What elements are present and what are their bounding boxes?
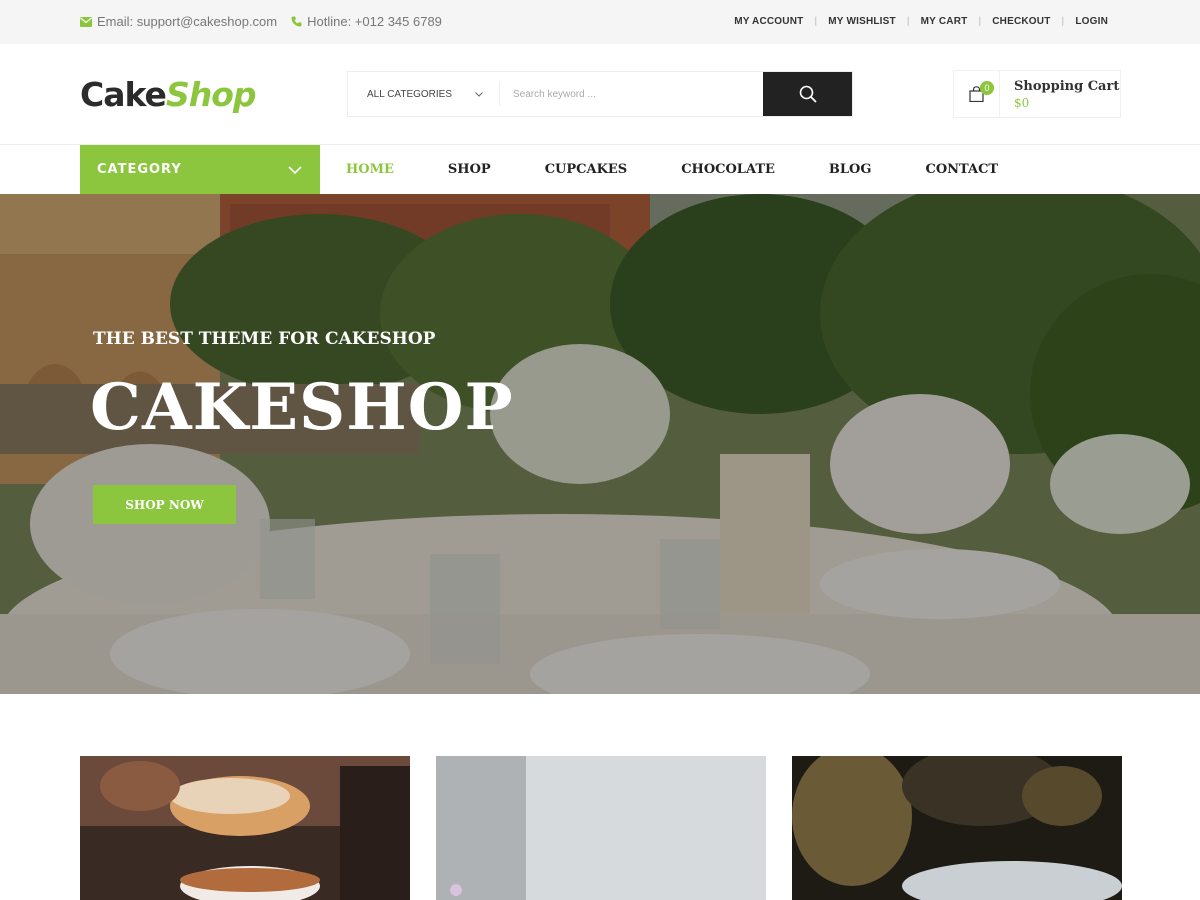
my-wishlist-link[interactable]: MY WISHLIST (828, 16, 896, 27)
envelope-icon (80, 16, 92, 27)
hero-subtitle: THE BEST THEME FOR CAKESHOP (93, 329, 436, 349)
account-links: MY ACCOUNT | MY WISHLIST | MY CART | CHE… (734, 16, 1108, 27)
nav-item-home[interactable]: HOME (346, 162, 394, 177)
cart-total: $0 (1014, 95, 1030, 110)
category-menu-label: CATEGORY (97, 162, 182, 177)
shop-now-button[interactable]: SHOP NOW (93, 485, 236, 524)
nav-menu: HOME SHOP CUPCAKES CHOCOLATE BLOG CONTAC… (346, 145, 1052, 194)
hotline-info: Hotline: +012 345 6789 (291, 14, 442, 29)
nav-item-cupcakes[interactable]: CUPCAKES (545, 162, 628, 177)
nav-item-contact[interactable]: CONTACT (925, 162, 998, 177)
category-select-label: ALL CATEGORIES (367, 88, 453, 100)
search-placeholder: Search keyword ... (513, 88, 596, 100)
category-tile-1[interactable] (80, 756, 410, 900)
tile-image (80, 756, 410, 900)
contact-info: Email: support@cakeshop.com Hotline: +01… (80, 14, 456, 29)
tile-image (792, 756, 1122, 900)
top-bar: Email: support@cakeshop.com Hotline: +01… (0, 0, 1200, 44)
search-button[interactable] (763, 72, 852, 116)
logo-text-cake: Cake (80, 74, 167, 114)
my-account-link[interactable]: MY ACCOUNT (734, 16, 803, 27)
category-select[interactable]: ALL CATEGORIES (348, 82, 500, 106)
hero-title: CAKESHOP (90, 370, 514, 445)
category-tile-2[interactable] (436, 756, 766, 900)
chevron-down-icon (288, 165, 302, 174)
tile-image (436, 756, 766, 900)
category-menu-button[interactable]: CATEGORY (80, 145, 320, 194)
chevron-down-icon (475, 91, 483, 97)
logo-text-shop: Shop (165, 74, 257, 114)
search-input[interactable]: Search keyword ... (500, 72, 763, 116)
cart-count-badge: 0 (980, 81, 994, 95)
login-link[interactable]: LOGIN (1075, 16, 1108, 27)
main-navigation: CATEGORY HOME SHOP CUPCAKES CHOCOLATE BL… (0, 144, 1200, 194)
site-logo[interactable]: Cake Shop (80, 72, 256, 116)
my-cart-link[interactable]: MY CART (921, 16, 968, 27)
separator: | (1061, 16, 1065, 27)
email-info: Email: support@cakeshop.com (80, 14, 277, 29)
separator: | (814, 16, 818, 27)
hero-banner: THE BEST THEME FOR CAKESHOP CAKESHOP SHO… (0, 194, 1200, 694)
site-header: Cake Shop ALL CATEGORIES Search keyword … (0, 44, 1200, 144)
checkout-link[interactable]: CHECKOUT (992, 16, 1050, 27)
separator: | (978, 16, 982, 27)
separator: | (906, 16, 910, 27)
search-bar: ALL CATEGORIES Search keyword ... (347, 71, 853, 117)
nav-item-shop[interactable]: SHOP (448, 162, 491, 177)
category-tile-3[interactable] (792, 756, 1122, 900)
nav-item-chocolate[interactable]: CHOCOLATE (681, 162, 775, 177)
hotline-text: Hotline: +012 345 6789 (307, 14, 442, 29)
shopping-cart[interactable]: 0 Shopping Cart $0 (953, 70, 1121, 118)
nav-item-blog[interactable]: BLOG (829, 162, 872, 177)
search-icon (799, 85, 817, 103)
phone-icon (291, 16, 302, 27)
email-text: Email: support@cakeshop.com (97, 14, 278, 29)
cart-summary: Shopping Cart $0 (1000, 79, 1119, 110)
cart-icon-wrap: 0 (954, 71, 1000, 117)
cart-title: Shopping Cart (1014, 78, 1120, 94)
